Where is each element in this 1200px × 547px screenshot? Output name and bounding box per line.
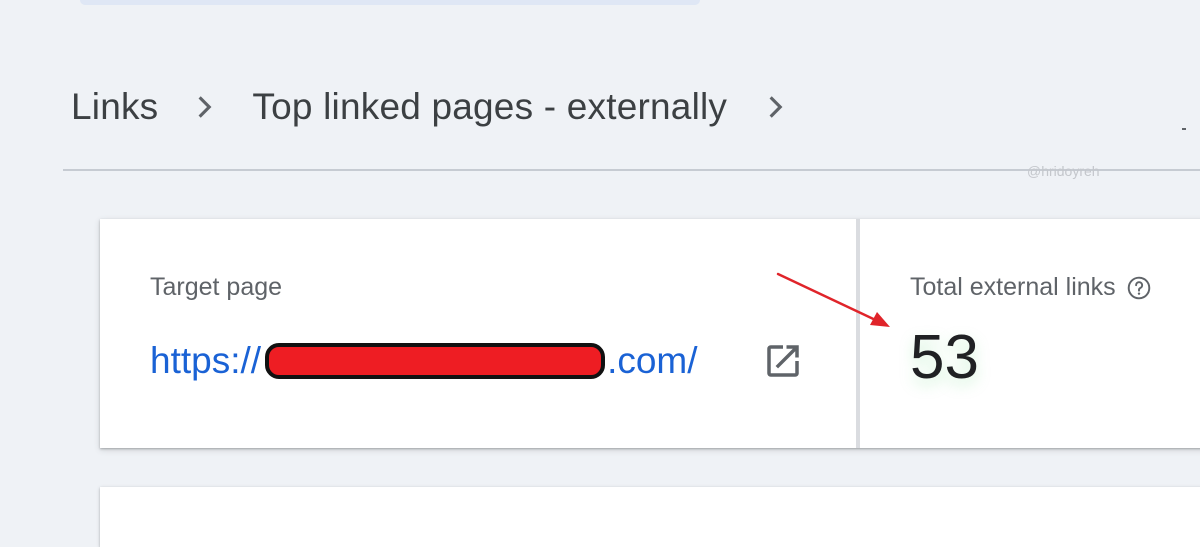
help-icon[interactable] bbox=[1126, 275, 1152, 301]
secondary-card bbox=[100, 487, 1200, 547]
url-suffix[interactable]: .com/ bbox=[607, 340, 697, 382]
top-tint-bar bbox=[80, 0, 700, 5]
breadcrumb: Links Top linked pages - externally bbox=[71, 82, 793, 132]
total-external-links-text: Total external links bbox=[910, 273, 1116, 301]
breadcrumb-item-links[interactable]: Links bbox=[71, 86, 158, 128]
target-page-label: Target page bbox=[150, 273, 283, 301]
annotation-arrow bbox=[776, 272, 890, 327]
url-prefix[interactable]: https:// bbox=[150, 340, 261, 382]
redaction-mark bbox=[265, 343, 606, 379]
total-external-links-label: Total external links bbox=[910, 273, 1152, 302]
total-external-links-value: 53 bbox=[910, 323, 979, 392]
summary-card: Target page https:// .com/ Total externa… bbox=[100, 219, 1200, 448]
breadcrumb-item-top-linked-pages: Top linked pages - externally bbox=[252, 86, 728, 127]
open-in-new-icon[interactable] bbox=[762, 340, 804, 382]
watermark: @hridoyreh bbox=[1027, 163, 1100, 179]
target-page-url[interactable]: https:// .com/ bbox=[150, 337, 698, 385]
divider-tick bbox=[1182, 128, 1186, 130]
chevron-right-icon bbox=[188, 90, 222, 124]
chevron-right-icon bbox=[759, 90, 793, 124]
